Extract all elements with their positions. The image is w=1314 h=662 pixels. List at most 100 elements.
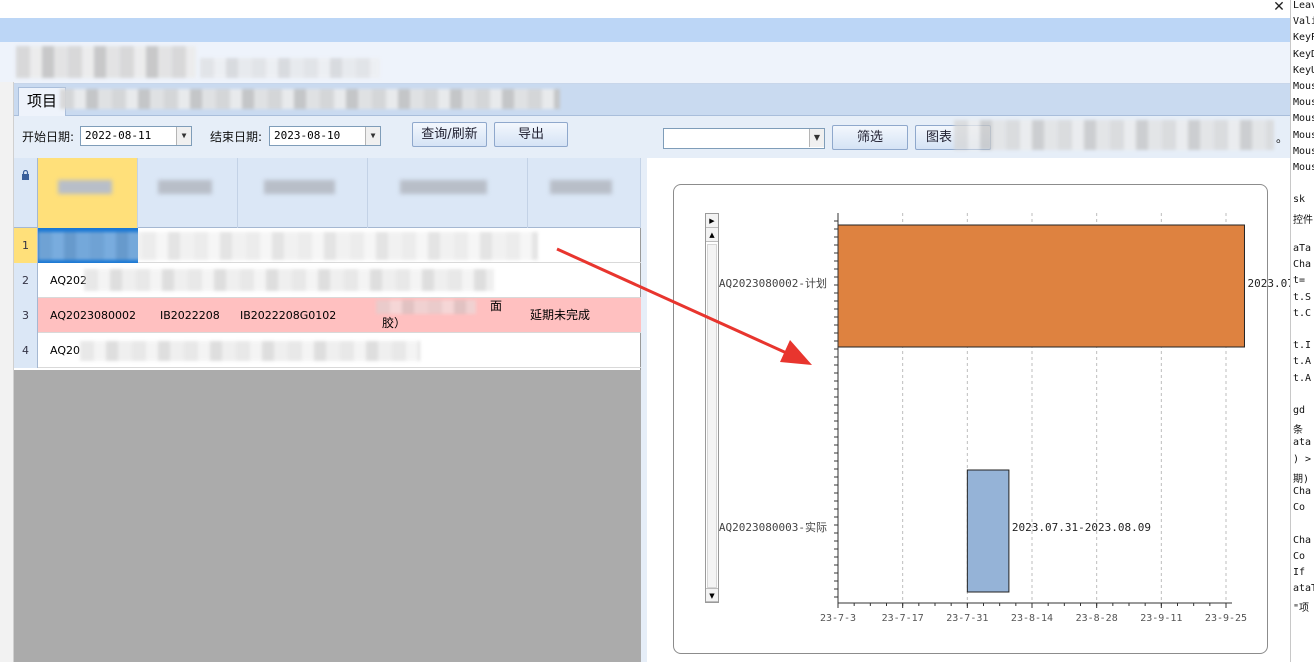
end-date-value: 2023-08-10 (274, 129, 341, 142)
code-line: t.A (1293, 372, 1312, 384)
column-header-5[interactable] (528, 158, 641, 228)
scroll-up-icon[interactable]: ▲ (706, 228, 718, 242)
start-date-picker[interactable]: 2022-08-11 ▼ (80, 126, 192, 146)
table-cell[interactable]: IB2022208G0102 (228, 298, 358, 333)
code-line: t.A (1293, 356, 1312, 368)
redacted-row-content (38, 232, 538, 260)
code-line: Vali (1293, 16, 1314, 28)
app-window: ✕ < 项目 开始日期: 2022-08-11 ▼ 结束日期: 2023-08-… (0, 0, 1314, 662)
code-line: KeyP (1293, 32, 1314, 44)
tab-row: 项目 (14, 84, 1290, 116)
start-date-value: 2022-08-11 (85, 129, 152, 142)
code-line: t.I (1293, 340, 1312, 352)
redacted-subtitle (200, 58, 380, 78)
grid-empty-area (14, 370, 641, 662)
column-header-3[interactable] (238, 158, 368, 228)
code-line: Mous (1293, 113, 1314, 125)
chevron-down-icon[interactable]: ▼ (809, 129, 824, 147)
code-line: t= (1293, 275, 1306, 287)
row-number[interactable]: 3 (14, 298, 38, 333)
redacted-row-content (84, 269, 494, 291)
scroll-right-icon[interactable]: ▶ (706, 214, 718, 228)
code-line: Mous (1293, 97, 1314, 109)
code-line: ) > (1293, 453, 1312, 465)
chart-scrollbar[interactable]: ▶ ▲ ▼ (705, 213, 719, 603)
code-line: ataT (1293, 583, 1314, 595)
redacted-header (399, 180, 488, 194)
data-grid: 1 2 AQ202 3 AQ2023080002 IB2022208 IB202… (14, 158, 641, 370)
cell-text-line: 胶） (382, 316, 407, 330)
table-row[interactable]: 3 AQ2023080002 IB2022208 IB2022208G0102 … (14, 298, 641, 333)
code-line: KeyU (1293, 64, 1314, 76)
filter-button[interactable]: 筛选 (832, 125, 908, 150)
redacted-row-content (80, 341, 420, 361)
code-line: Mous (1293, 145, 1314, 157)
background-code-window: Leav Vali KeyP KeyD KeyU Mous Mous Mous Mous Mous… (1290, 0, 1314, 662)
code-line: Mous (1293, 129, 1314, 141)
code-line: If (1293, 567, 1306, 578)
status-cell[interactable]: 延期未完成 (518, 298, 641, 333)
trailing-text: 。 (1276, 131, 1289, 145)
row-number[interactable]: 4 (14, 333, 38, 368)
redacted-tab-text (60, 89, 560, 109)
redacted-header (263, 180, 335, 194)
code-line: Cha (1293, 486, 1312, 497)
row-number[interactable]: 2 (14, 263, 38, 298)
code-line: Cha (1293, 259, 1312, 271)
code-line: aTa (1293, 243, 1312, 254)
start-date-label: 开始日期: (22, 130, 75, 144)
scroll-down-icon[interactable]: ▼ (706, 588, 718, 602)
redacted-row-content (376, 300, 476, 314)
table-cell[interactable]: IB2022208 (148, 298, 238, 333)
code-line: 条 (1293, 425, 1303, 437)
code-line: t.S (1293, 291, 1312, 303)
chart-button-label: 图表 (926, 130, 953, 145)
code-line: KeyD (1293, 48, 1314, 60)
chevron-down-icon[interactable]: ▼ (176, 127, 191, 145)
column-header-4[interactable] (368, 158, 528, 228)
end-date-picker[interactable]: 2023-08-10 ▼ (269, 126, 381, 146)
grid-header (14, 158, 641, 228)
code-line: 期) (1293, 473, 1310, 485)
table-row[interactable]: 4 AQ20 (14, 333, 641, 368)
row-number[interactable]: 1 (14, 228, 38, 263)
chevron-down-icon[interactable]: ▼ (365, 127, 380, 145)
code-line: Mous (1293, 81, 1314, 92)
left-edge (0, 82, 14, 662)
table-cell[interactable]: AQ2023080002 (38, 298, 138, 333)
redacted-header (157, 180, 213, 194)
code-line: gd (1293, 405, 1306, 416)
code-line: Leav (1293, 0, 1314, 11)
scroll-track[interactable] (707, 244, 717, 588)
close-icon[interactable]: ✕ (1270, 0, 1288, 16)
end-date-label: 结束日期: (210, 130, 263, 144)
code-line: "项 (1293, 603, 1310, 615)
window-top-bar: ✕ (0, 0, 1290, 18)
code-line: Co (1293, 550, 1306, 562)
tab-project[interactable]: 项目 (18, 87, 67, 116)
lock-icon (22, 170, 29, 180)
column-header-1[interactable] (38, 158, 138, 228)
table-row[interactable]: 2 AQ202 (14, 263, 641, 298)
redacted-toolbar-text (954, 120, 1274, 150)
tab-label: 项目 (27, 92, 58, 110)
chart-frame (673, 184, 1268, 654)
code-line: sk (1293, 194, 1306, 206)
table-row[interactable]: 1 (14, 228, 641, 263)
column-header-2[interactable] (138, 158, 238, 228)
redacted-header (57, 180, 113, 194)
query-refresh-button[interactable]: 查询/刷新 (412, 122, 487, 147)
toolbar: 开始日期: 2022-08-11 ▼ 结束日期: 2023-08-10 ▼ 查询… (14, 116, 1290, 158)
code-line: Co (1293, 502, 1306, 514)
export-button[interactable]: 导出 (494, 122, 568, 147)
redacted-header (550, 180, 612, 194)
redacted-title (16, 46, 196, 78)
code-line: Mous (1293, 162, 1314, 173)
code-line: Cha (1293, 534, 1312, 546)
header-area (0, 42, 1290, 84)
grid-corner[interactable] (14, 158, 38, 228)
code-line: 控件 (1293, 214, 1313, 226)
code-line: t.C (1293, 307, 1312, 319)
code-line: ata (1293, 437, 1312, 449)
filter-dropdown[interactable]: ▼ (663, 128, 825, 149)
